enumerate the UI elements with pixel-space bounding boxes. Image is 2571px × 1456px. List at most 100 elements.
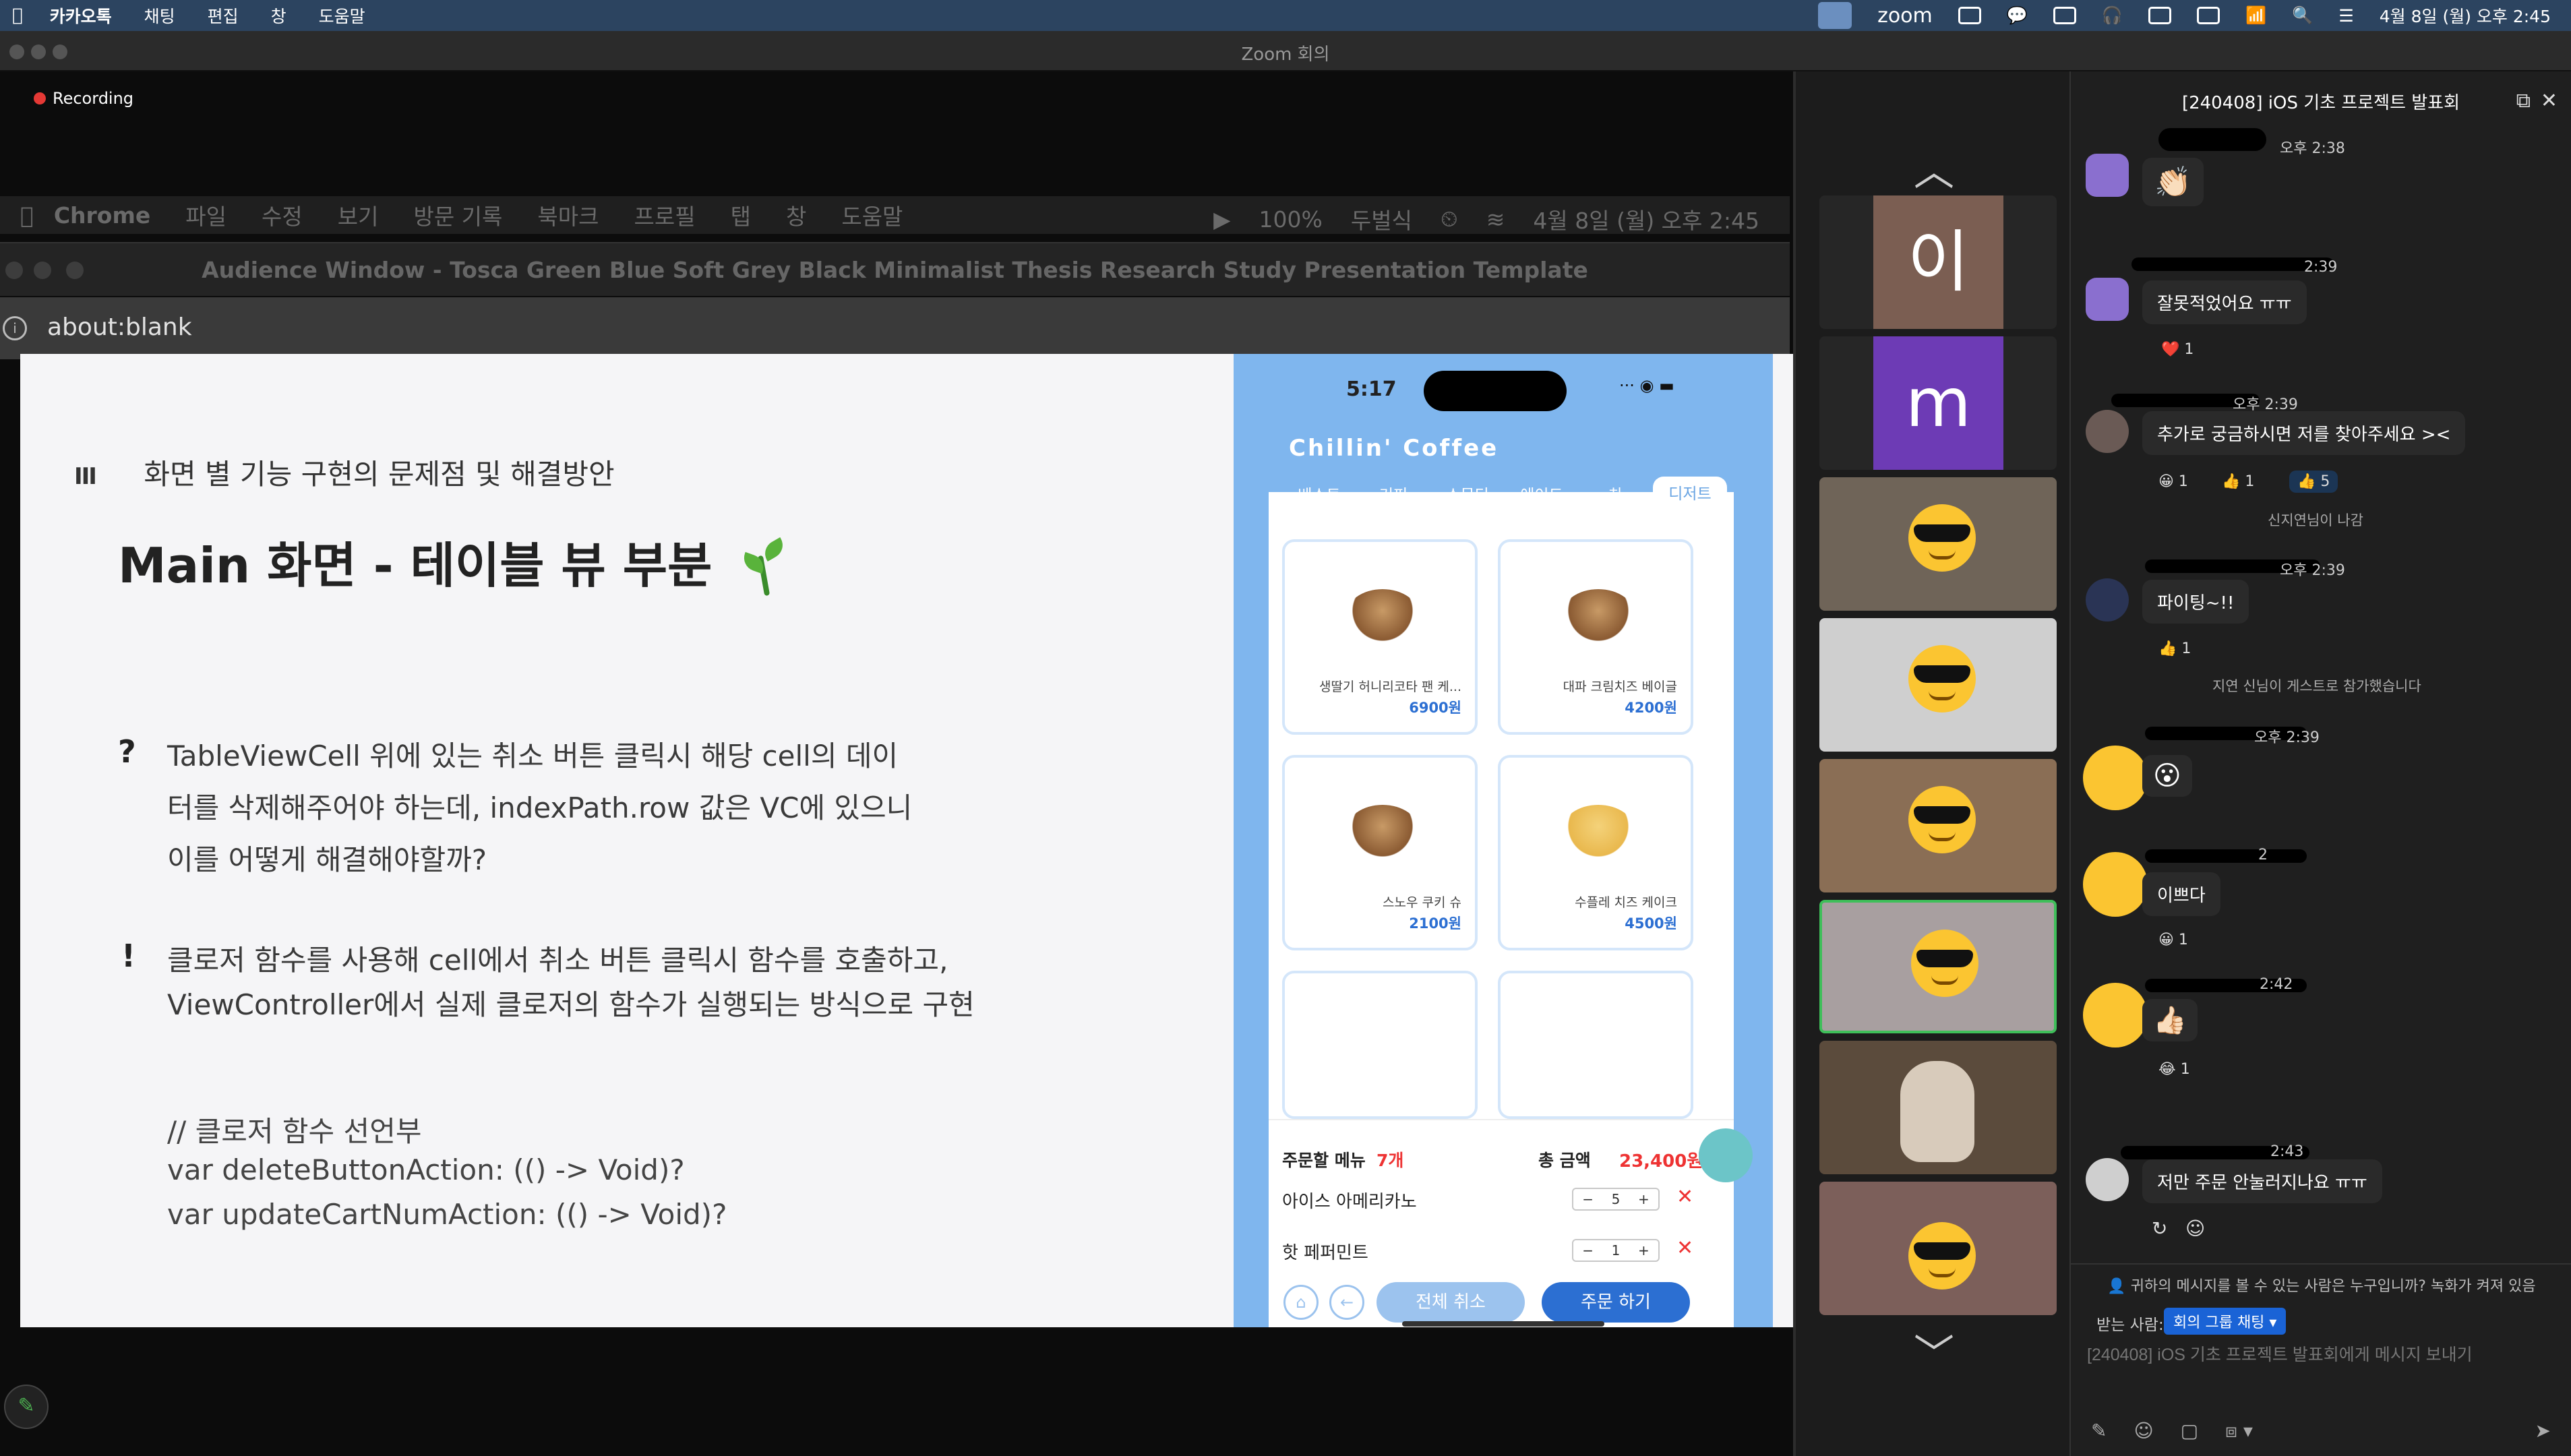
participant-video-tile[interactable] [1819,1041,2057,1174]
headphones-icon[interactable]: 🎧 [2102,5,2123,26]
message-time: 오후 2:39 [2280,562,2345,579]
user-avatar [2086,1158,2129,1201]
product-name: 스노우 쿠키 슈 [1383,895,1461,910]
privacy-notice[interactable]: 👤 귀하의 메시지를 볼 수 있는 사람은 누구입니까? 녹화가 켜져 있음 [2071,1263,2571,1296]
input-method-icon[interactable] [2148,7,2172,24]
recipient-dropdown[interactable]: 회의 그룹 채팅 ▾ [2164,1308,2287,1335]
order-item-name: 핫 페퍼민트 [1282,1243,1368,1263]
reaction-thumbs-highlight[interactable]: 👍 5 [2289,471,2338,493]
reaction-laugh[interactable]: 😂 1 [2158,1061,2190,1078]
participant-tile[interactable]: 이 [1819,195,2057,329]
zoom-mic-status-icon[interactable] [1818,2,1852,29]
format-text-icon[interactable]: ✎ [2091,1420,2107,1443]
code-line: var deleteButtonAction: (() -> Void)? [167,1153,685,1186]
send-icon[interactable]: ➤ [2535,1420,2551,1442]
participant-video-tile[interactable] [1819,477,2057,611]
reaction-smile[interactable]: 😀 1 [2158,473,2188,490]
display-icon[interactable] [2053,7,2076,24]
chat-message-input[interactable] [2087,1345,2559,1365]
slide-title-text: Main 화면 - 테이블 뷰 부분 [118,537,713,594]
chat-bubble-icon[interactable]: 💬 [2007,5,2028,26]
menu-window[interactable]: 창 [271,3,286,28]
shared-zoom-level: 100% [1259,206,1323,233]
battery-icon[interactable] [2197,7,2220,24]
redacted-name [2145,849,2307,863]
phone-time: 5:17 [1346,377,1397,401]
emoji-icon[interactable]: ☺ [2134,1420,2153,1443]
macos-menubar:  카카오톡 채팅 편집 창 도움말 zoom 💬 🎧 📶 🔍 ☰ 4월 8일 … [0,0,2571,31]
answer-mark: ! [121,938,135,974]
message-time: 오후 2:38 [2280,140,2345,157]
menu-edit[interactable]: 편집 [208,3,239,28]
file-icon[interactable]: ▢ [2181,1420,2198,1443]
slide-title: Main 화면 - 테이블 뷰 부분 [118,526,788,597]
plush-bunny-image [1900,1061,1974,1162]
chevron-down-icon[interactable]: ﹀ [1914,1322,1954,1381]
chat-message[interactable]: 파이팅~!! [2142,580,2249,624]
notion-icon[interactable] [1958,7,1981,24]
participant-video-tile[interactable] [1819,618,2057,752]
tab-smoothie: 스무디 [1446,487,1489,504]
reaction-smile[interactable]: 😀 1 [2158,932,2188,948]
menu-chat[interactable]: 채팅 [144,3,175,28]
answer-line: 클로저 함수를 사용해 cell에서 취소 버튼 클릭시 함수를 호출하고, [167,944,948,977]
shared-menu-edit: 수정 [248,204,303,230]
participant-video-tile[interactable] [1819,759,2057,892]
product-card [1498,971,1693,1119]
product-price: 4500원 [1625,915,1677,932]
sunglasses-emoji-icon [1908,1222,1976,1290]
screenshot-icon[interactable]: ⧈ ▾ [2225,1420,2253,1443]
menubar-clock[interactable]: 4월 8일 (월) 오후 2:45 [2380,3,2551,28]
quantity-value: 1 [1611,1242,1621,1258]
chat-message[interactable]: 😮 [2142,755,2192,797]
browser-url-bar: i about:blank [0,297,1790,359]
plus-icon: + [1637,1191,1650,1207]
zoom-menubar-label[interactable]: zoom [1877,4,1933,28]
chat-message[interactable]: 잘못적었어요 ㅠㅠ [2142,280,2307,324]
participant-video-tile[interactable] [1819,1182,2057,1315]
chat-message[interactable]: 이쁘다 [2142,872,2220,916]
order-item-name: 아이스 아메리카노 [1282,1192,1417,1212]
message-time: 2:39 [2304,259,2338,276]
section-number: III [74,463,97,490]
sunglasses-emoji-icon [1911,930,1978,997]
reply-icon[interactable]: ↻ [2152,1217,2167,1240]
user-avatar [2086,578,2129,621]
chevron-up-icon[interactable]: ︿ [1914,139,1954,198]
reaction-heart[interactable]: ❤️ 1 [2161,341,2194,358]
menu-kakaotalk[interactable]: 카카오톡 [50,3,112,28]
user-avatar [2086,410,2129,453]
chat-message[interactable]: 추가로 궁금하시면 저를 찾아주세요 >< [2142,411,2466,455]
search-icon[interactable]: 🔍 [2292,5,2313,26]
answer-line: ViewController에서 실제 클로저의 함수가 실행되는 방식으로 구… [167,988,975,1021]
shared-apple-icon:  [20,202,34,229]
reaction-thumbs[interactable]: 👍 1 [2158,640,2191,657]
wifi-icon[interactable]: 📶 [2245,5,2266,26]
chat-toolbar: ✎ ☺ ▢ ⧈ ▾ [2091,1420,2253,1443]
tab-ade: 에이드 [1520,487,1563,504]
chat-message[interactable]: 👏🏻 [2142,158,2204,206]
apple-icon[interactable]:  [12,5,23,26]
home-indicator [1402,1321,1604,1327]
reaction-thumbs[interactable]: 👍 1 [2222,473,2254,490]
back-icon: ← [1329,1285,1364,1320]
shared-clock-icon: ⏲ [1440,206,1458,232]
shared-menu-view: 보기 [324,204,379,230]
participant-tile[interactable]: m [1819,336,2057,470]
chat-title: [240408] iOS 기초 프로젝트 발표회 [2181,93,2460,113]
active-speaker-tile[interactable] [1819,900,2057,1033]
control-center-icon[interactable]: ☰ [2338,6,2353,26]
shared-datetime: 4월 8일 (월) 오후 2:45 [1533,208,1759,234]
chat-message[interactable]: 저만 주문 안눌러지나요 ㅠㅠ [2142,1159,2382,1203]
recording-indicator[interactable]: Recording [34,85,133,112]
sunglasses-avatar [2083,983,2148,1048]
popout-icon[interactable]: ⧉ [2516,89,2531,113]
product-image [1345,589,1420,643]
close-icon[interactable]: ✕ [2541,89,2558,113]
add-reaction-icon[interactable]: ☺ [2185,1217,2205,1240]
menu-help[interactable]: 도움말 [319,3,365,28]
annotate-pencil-icon[interactable]: ✎ [4,1385,49,1429]
chat-panel: [240408] iOS 기초 프로젝트 발표회 ⧉ ✕ 오후 2:38 👏🏻 … [2069,71,2571,1456]
zoom-titlebar: Zoom 회의 [0,31,2571,71]
chat-message[interactable]: 👍🏻 [2142,999,2198,1041]
